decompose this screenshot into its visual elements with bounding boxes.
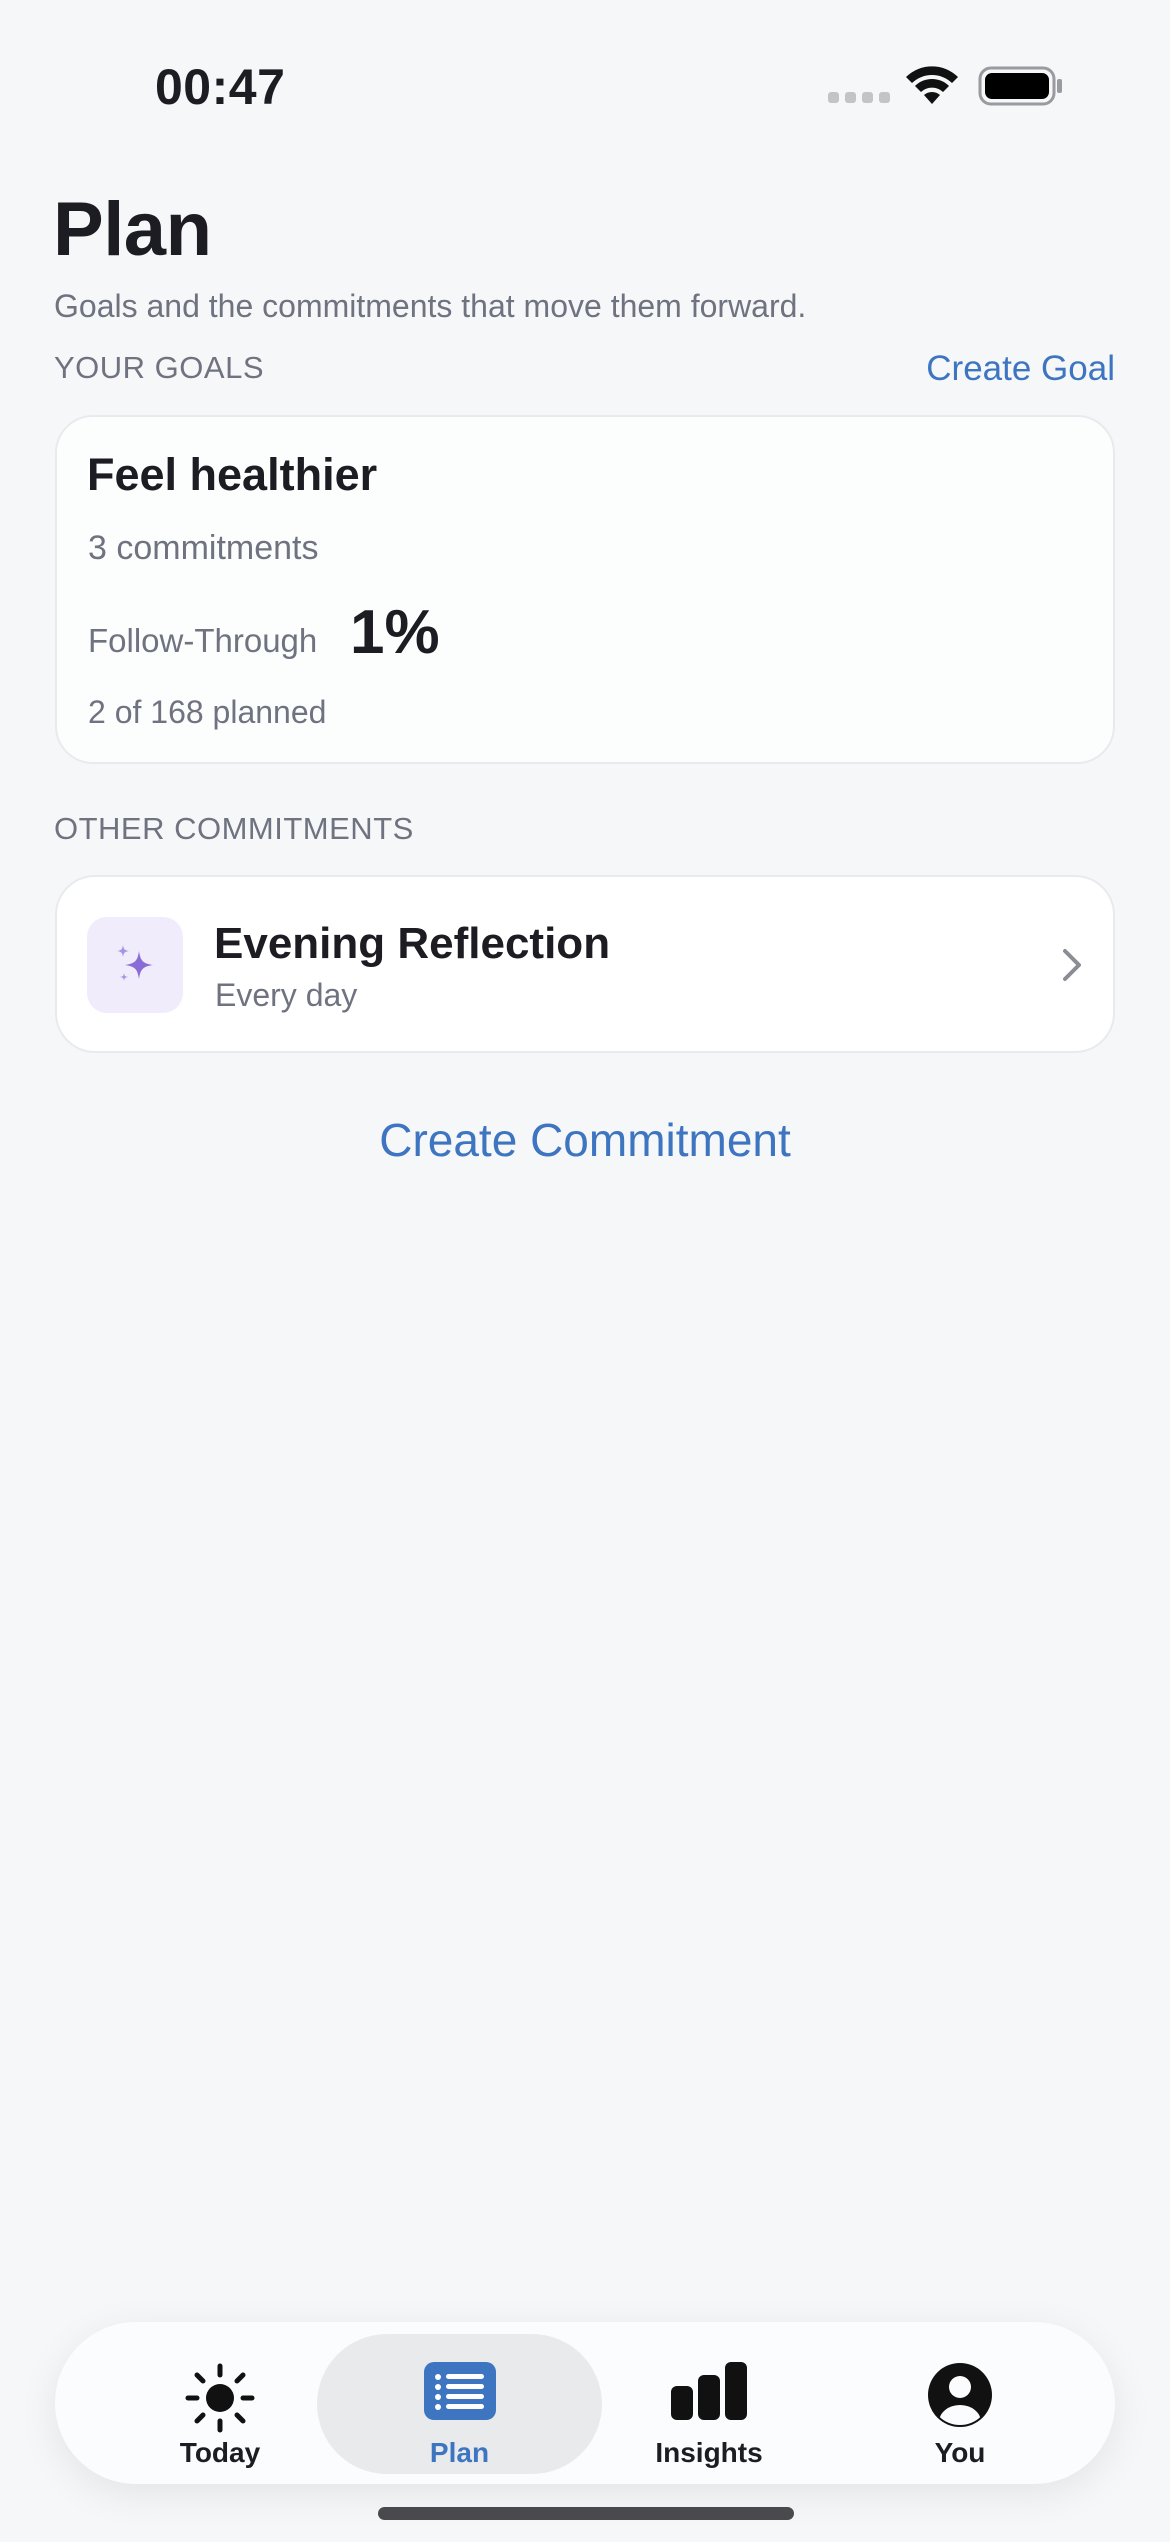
commitment-schedule: Every day [215, 977, 358, 1013]
tab-plan[interactable]: Plan [317, 2334, 602, 2474]
bar-chart-icon [671, 2362, 747, 2420]
follow-through-label: Follow-Through [88, 622, 318, 659]
chevron-right-icon [1063, 949, 1081, 981]
status-time: 00:47 [155, 59, 286, 115]
goal-title: Feel healthier [87, 449, 378, 500]
page-title: Plan [53, 187, 212, 272]
tab-label: Insights [655, 2437, 763, 2468]
tab-bar: Today Plan Insights You [55, 2322, 1115, 2484]
person-icon [928, 2363, 992, 2427]
commitment-icon-tile [87, 917, 183, 1013]
plan-screen: 00:47 Plan Goals and the commitments tha… [0, 0, 1170, 2542]
sparkles-icon [117, 945, 153, 981]
battery-icon [978, 66, 1062, 106]
other-commitments-heading: OTHER COMMITMENTS [54, 811, 414, 846]
wifi-icon [906, 66, 958, 104]
goal-planned-count: 2 of 168 planned [88, 694, 327, 730]
status-bar: 00:47 [0, 0, 1170, 150]
create-goal-button[interactable]: Create Goal [926, 349, 1115, 389]
cellular-signal-icon [828, 92, 890, 103]
tab-label: Today [179, 2437, 261, 2468]
goal-card[interactable]: Feel healthier 3 commitments Follow-Thro… [55, 415, 1115, 764]
follow-through-value: 1% [350, 598, 440, 667]
sun-icon [185, 2363, 255, 2433]
goal-commitment-count: 3 commitments [88, 529, 319, 567]
your-goals-heading: YOUR GOALS [54, 350, 264, 385]
tab-you[interactable]: You [835, 2334, 1085, 2474]
home-indicator [378, 2507, 794, 2520]
tab-insights[interactable]: Insights [584, 2334, 834, 2474]
tab-label: You [934, 2437, 986, 2468]
page-subtitle: Goals and the commitments that move them… [54, 288, 807, 324]
commitment-title: Evening Reflection [214, 919, 611, 968]
tab-today[interactable]: Today [95, 2334, 345, 2474]
tab-label: Plan [429, 2437, 490, 2468]
create-commitment-button[interactable]: Create Commitment [0, 1113, 1170, 1167]
list-icon [423, 2362, 496, 2420]
commitment-row[interactable]: Evening Reflection Every day [55, 875, 1115, 1053]
